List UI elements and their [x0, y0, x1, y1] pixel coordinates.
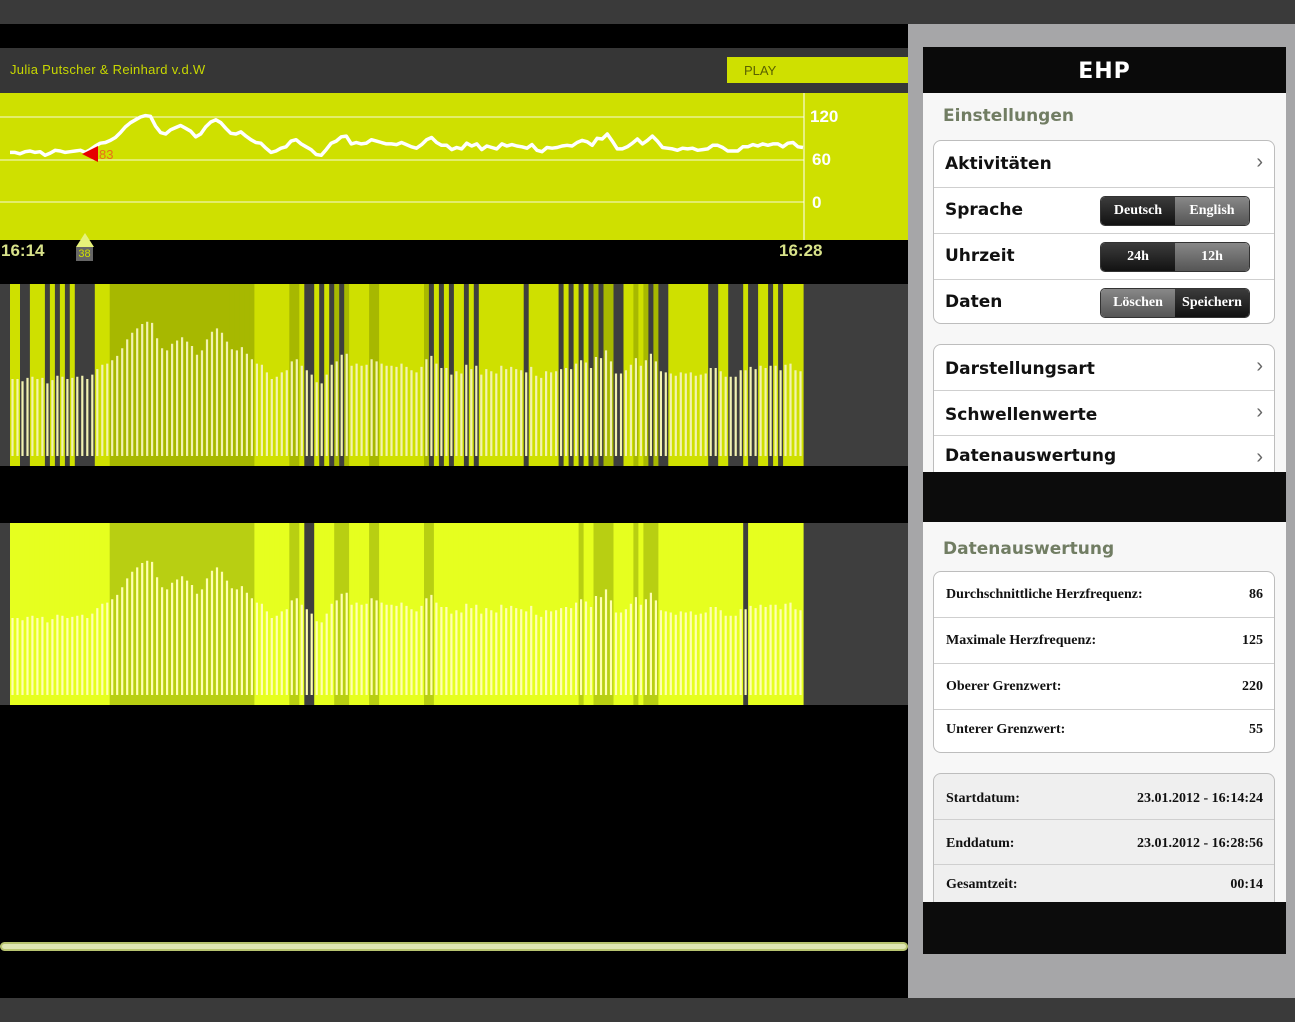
settings-group-general: Aktivitäten › Sprache Deutsch English Uh…	[933, 140, 1275, 324]
y-tick-60: 60	[812, 150, 831, 169]
date-label: Startdatum:	[946, 791, 1020, 806]
stat-label: Oberer Grenzwert:	[946, 679, 1062, 694]
activities-label: Aktivitäten	[945, 154, 1052, 174]
panel-divider	[923, 472, 1286, 522]
lang-english-option[interactable]: English	[1175, 197, 1249, 225]
chevron-right-icon: ›	[1256, 151, 1263, 173]
brand-title: EHP	[1078, 59, 1131, 84]
settings-panel: EHP Einstellungen Aktivitäten › Sprache …	[923, 47, 1286, 472]
date-value: 23.01.2012 - 16:14:24	[1137, 791, 1263, 806]
end-time: 16:28	[779, 241, 823, 260]
stat-label: Durchschnittliche Herzfrequenz:	[946, 587, 1143, 602]
row-display-mode[interactable]: Darstellungsart ›	[934, 345, 1274, 390]
row-activities[interactable]: Aktivitäten ›	[934, 141, 1274, 187]
heart-rate-chart: 120 60 0 83	[0, 93, 908, 240]
row-thresholds[interactable]: Schwellenwerte ›	[934, 390, 1274, 435]
date-row: Startdatum: 23.01.2012 - 16:14:24	[934, 774, 1274, 819]
current-marker-value: 83	[99, 147, 113, 162]
chart-background	[0, 93, 908, 240]
playhead-icon[interactable]	[74, 232, 96, 248]
chevron-right-icon: ›	[1256, 401, 1263, 423]
save-data-button[interactable]: Speichern	[1175, 289, 1249, 317]
stat-value: 125	[1242, 633, 1263, 648]
stat-row: Unterer Grenzwert: 55	[934, 709, 1274, 752]
row-language: Sprache Deutsch English	[934, 187, 1274, 233]
stat-value: 86	[1249, 587, 1263, 602]
settings-section-title: Einstellungen	[943, 106, 1074, 126]
top-frame	[0, 0, 1295, 24]
data-label: Daten	[945, 292, 1003, 312]
heartbeat-bars-bottom	[0, 523, 908, 705]
delete-data-button[interactable]: Löschen	[1101, 289, 1175, 317]
date-label: Gesamtzeit:	[946, 877, 1018, 892]
heartbeat-bars-top	[0, 284, 908, 466]
stat-value: 55	[1249, 722, 1263, 737]
playhead-position: 38	[76, 247, 93, 261]
stat-value: 220	[1242, 679, 1263, 694]
stat-label: Maximale Herzfrequenz:	[946, 633, 1097, 648]
chevron-right-icon: ›	[1256, 446, 1263, 468]
display-mode-label: Darstellungsart	[945, 359, 1095, 379]
user-label: Julia Putscher & Reinhard v.d.W	[10, 62, 206, 77]
panel-footer	[923, 902, 1286, 954]
bottom-frame	[0, 998, 1295, 1022]
thresholds-label: Schwellenwerte	[945, 405, 1098, 425]
date-row: Gesamtzeit: 00:14	[934, 864, 1274, 902]
time-12h-option[interactable]: 12h	[1175, 243, 1249, 271]
evaluation-panel: Datenauswertung Durchschnittliche Herzfr…	[923, 522, 1286, 902]
language-label: Sprache	[945, 200, 1023, 220]
time-label: Uhrzeit	[945, 246, 1015, 266]
date-value: 00:14	[1230, 877, 1263, 892]
evaluation-section-title: Datenauswertung	[943, 539, 1115, 559]
dates-group: Startdatum: 23.01.2012 - 16:14:24 Enddat…	[933, 773, 1275, 902]
stat-row: Durchschnittliche Herzfrequenz: 86	[934, 572, 1274, 617]
date-label: Enddatum:	[946, 836, 1015, 851]
settings-group-display: Darstellungsart › Schwellenwerte › Daten…	[933, 344, 1275, 472]
lang-deutsch-option[interactable]: Deutsch	[1101, 197, 1175, 225]
stat-label: Unterer Grenzwert:	[946, 722, 1066, 737]
date-row: Enddatum: 23.01.2012 - 16:28:56	[934, 819, 1274, 864]
stat-row: Oberer Grenzwert: 220	[934, 663, 1274, 709]
row-time: Uhrzeit 24h 12h	[934, 233, 1274, 279]
stats-group: Durchschnittliche Herzfrequenz: 86 Maxim…	[933, 571, 1275, 753]
language-switch[interactable]: Deutsch English	[1100, 196, 1250, 226]
time-24h-option[interactable]: 24h	[1101, 243, 1175, 271]
row-data-eval[interactable]: Datenauswertung ›	[934, 435, 1274, 472]
start-time: 16:14	[1, 241, 45, 260]
date-value: 23.01.2012 - 16:28:56	[1137, 836, 1263, 851]
row-data: Daten Löschen Speichern	[934, 279, 1274, 323]
y-tick-0: 0	[812, 193, 821, 212]
data-action-switch[interactable]: Löschen Speichern	[1100, 288, 1250, 318]
chevron-right-icon: ›	[1256, 355, 1263, 377]
timeline-scrollbar[interactable]	[0, 942, 908, 951]
time-format-switch[interactable]: 24h 12h	[1100, 242, 1250, 272]
stat-row: Maximale Herzfrequenz: 125	[934, 617, 1274, 663]
data-eval-label: Datenauswertung	[945, 446, 1117, 466]
play-button[interactable]: PLAY	[727, 57, 908, 83]
y-tick-120: 120	[810, 107, 838, 126]
